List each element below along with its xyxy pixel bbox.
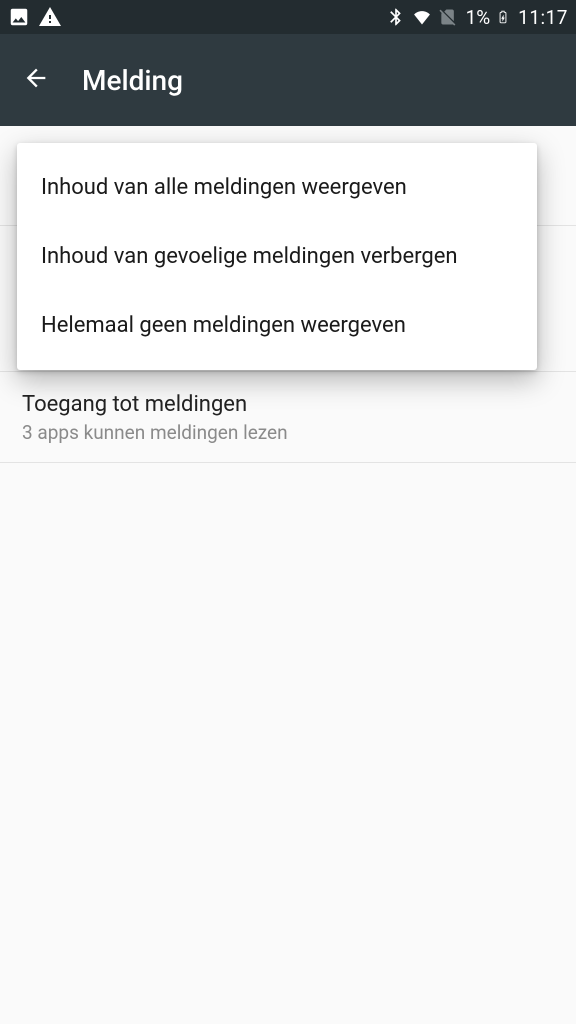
app-bar: Melding	[0, 34, 576, 126]
status-left	[8, 5, 62, 29]
image-icon	[8, 6, 30, 28]
notification-access-row[interactable]: Toegang tot meldingen 3 apps kunnen meld…	[0, 372, 576, 463]
clock: 11:17	[518, 6, 568, 29]
status-right: 1% 11:17	[386, 6, 568, 29]
status-bar: 1% 11:17	[0, 0, 576, 34]
battery-charging-icon	[496, 6, 510, 28]
no-sim-icon	[438, 6, 458, 28]
row-title: Toegang tot meldingen	[22, 392, 554, 417]
content-area: Toegang tot meldingen 3 apps kunnen meld…	[0, 126, 576, 1024]
back-icon[interactable]	[22, 64, 50, 96]
obscured-row	[0, 226, 576, 372]
battery-percentage: 1%	[466, 6, 491, 29]
bluetooth-icon	[386, 6, 406, 28]
obscured-row	[0, 126, 576, 226]
wifi-icon	[410, 7, 434, 27]
page-title: Melding	[82, 64, 183, 97]
row-subtitle: 3 apps kunnen meldingen lezen	[22, 421, 554, 444]
warning-icon	[38, 5, 62, 29]
